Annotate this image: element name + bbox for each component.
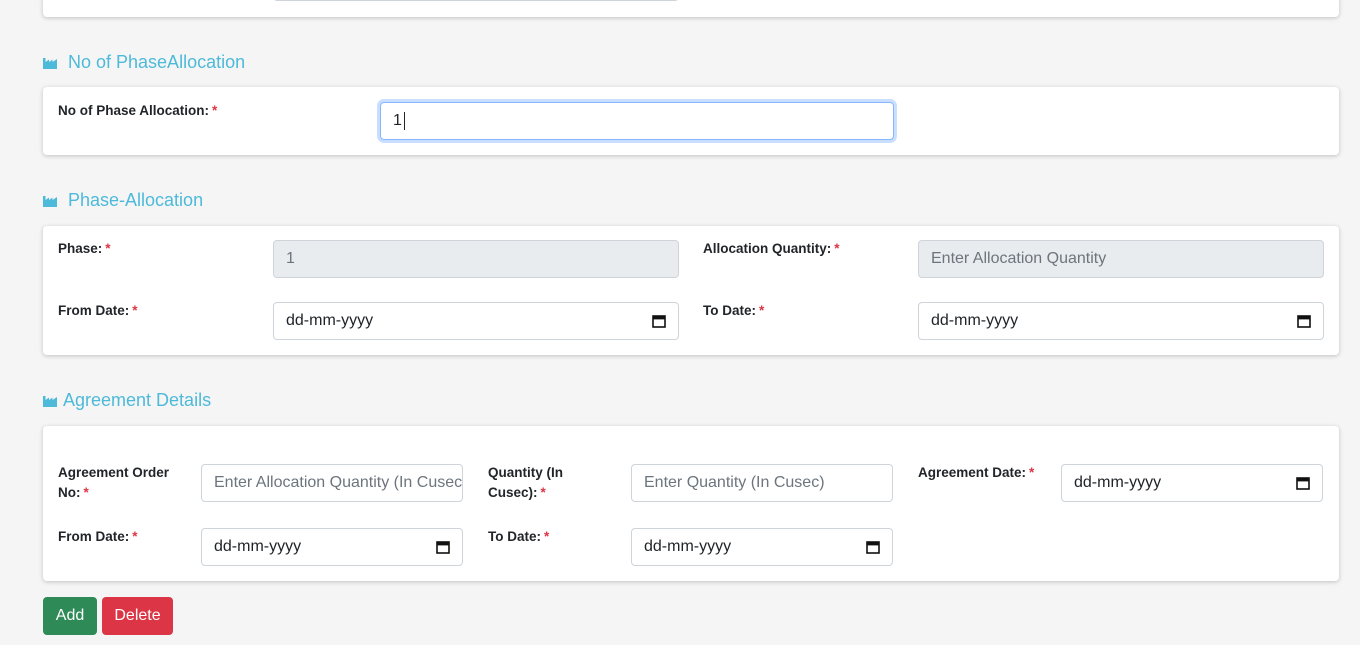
section-title-phase-count: No of PhaseAllocation xyxy=(43,52,245,73)
phase-allocation-card: Phase: * 1 Allocation Quantity: * Enter Al… xyxy=(43,226,1339,355)
calendar-icon[interactable] xyxy=(1296,476,1310,490)
phase-count-card: No of Phase Allocation: * 1 xyxy=(43,87,1339,155)
allocation-quantity-input: Enter Allocation Quantity xyxy=(918,240,1324,278)
industry-icon xyxy=(43,395,57,407)
industry-icon xyxy=(43,57,57,69)
section-title-phase-allocation: Phase-Allocation xyxy=(43,190,203,211)
section-title-text: Agreement Details xyxy=(63,390,212,410)
previous-field-edge[interactable] xyxy=(273,0,679,1)
previous-section-card xyxy=(43,0,1339,17)
delete-button[interactable]: Delete xyxy=(102,597,173,635)
page: No of PhaseAllocation No of Phase Alloca… xyxy=(0,0,1360,645)
agreement-date-label: Agreement Date: * xyxy=(918,465,1035,480)
agreement-to-date-input[interactable]: dd-mm-yyyy xyxy=(631,528,893,566)
phase-count-label: No of Phase Allocation: * xyxy=(58,103,218,118)
quantity-label: Quantity (In Cusec): * xyxy=(488,465,563,500)
phase-input: 1 xyxy=(273,240,679,278)
section-title-text: No of PhaseAllocation xyxy=(68,52,246,72)
quantity-input[interactable]: Enter Quantity (In Cusec) xyxy=(631,464,893,502)
section-title-agreement: Agreement Details xyxy=(43,390,211,411)
phase-count-input[interactable]: 1 xyxy=(380,102,894,140)
agreement-date-input[interactable]: dd-mm-yyyy xyxy=(1061,464,1323,502)
agreement-to-date-label: To Date: * xyxy=(488,529,550,544)
allocation-quantity-label: Allocation Quantity: * xyxy=(703,241,840,256)
calendar-icon[interactable] xyxy=(1297,314,1311,328)
calendar-icon[interactable] xyxy=(436,540,450,554)
from-date-input[interactable]: dd-mm-yyyy xyxy=(273,302,679,340)
calendar-icon[interactable] xyxy=(866,540,880,554)
to-date-label: To Date: * xyxy=(703,303,765,318)
phase-label: Phase: * xyxy=(58,241,111,256)
agreement-card: Agreement Order No: * Enter Allocation Qu… xyxy=(43,426,1339,581)
agreement-order-no-input[interactable]: Enter Allocation Quantity (In Cusec) xyxy=(201,464,463,502)
calendar-icon[interactable] xyxy=(652,314,666,328)
section-title-text: Phase-Allocation xyxy=(68,190,204,210)
industry-icon xyxy=(43,195,57,207)
agreement-from-date-label: From Date: * xyxy=(58,529,138,544)
add-button[interactable]: Add xyxy=(43,597,97,635)
from-date-label: From Date: * xyxy=(58,303,138,318)
agreement-order-no-label: Agreement Order No: * xyxy=(58,465,170,500)
to-date-input[interactable]: dd-mm-yyyy xyxy=(918,302,1324,340)
text-caret xyxy=(403,112,405,130)
agreement-from-date-input[interactable]: dd-mm-yyyy xyxy=(201,528,463,566)
